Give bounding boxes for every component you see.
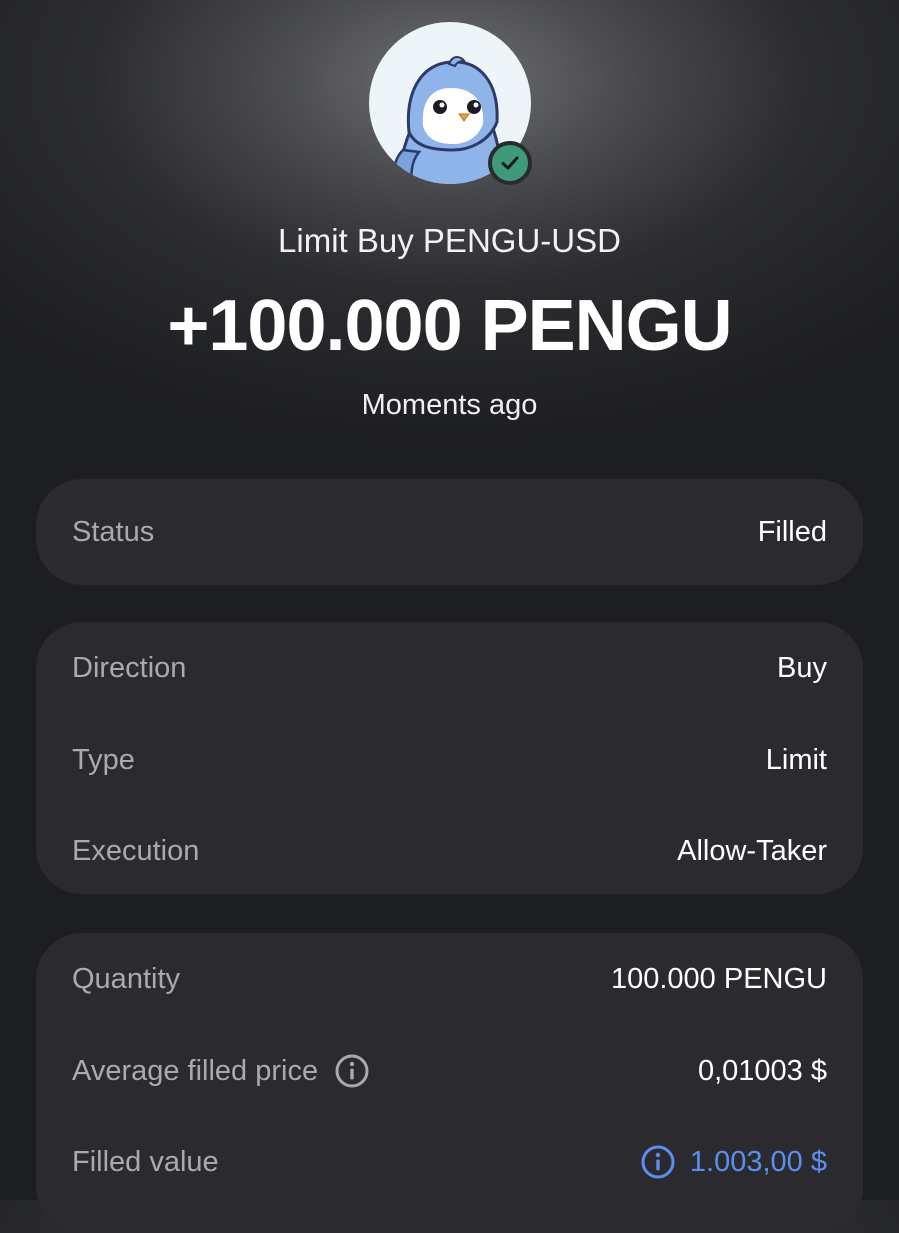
filled-value-group[interactable]: 1.003,00 $ [640,1144,827,1180]
quantity-row: Quantity 100.000 PENGU [72,959,827,999]
status-value: Filled [757,515,827,548]
type-label: Type [72,743,135,776]
average-price-row: Average filled price 0,01003 $ [72,1051,827,1091]
info-icon[interactable] [640,1144,676,1180]
average-price-value: 0,01003 $ [697,1054,827,1087]
quantity-label: Quantity [72,962,180,995]
type-value: Limit [765,743,827,776]
info-icon[interactable] [334,1053,370,1089]
order-amount: +100.000 PENGU [167,286,732,366]
average-price-label: Average filled price [72,1054,319,1087]
verified-badge [488,141,532,185]
quantity-value: 100.000 PENGU [610,962,827,995]
filled-value-label: Filled value [72,1145,219,1178]
status-label: Status [72,515,155,548]
filled-value-amount[interactable]: 1.003,00 $ [690,1146,827,1179]
execution-row: Execution Allow-Taker [72,831,827,871]
direction-value: Buy [777,651,827,684]
order-title: Limit Buy PENGU-USD [278,222,621,259]
fill-details-card: Quantity 100.000 PENGU Average filled pr… [36,933,863,1233]
check-icon [499,152,521,174]
status-row: Status Filled [72,479,827,585]
order-details-card: Direction Buy Type Limit Execution Allow… [36,622,863,894]
type-row: Type Limit [72,740,827,780]
filled-value-row: Filled value 1.003,00 $ [72,1142,827,1182]
status-card: Status Filled [36,479,863,585]
direction-label: Direction [72,651,187,684]
direction-row: Direction Buy [72,648,827,688]
order-timestamp: Moments ago [361,389,538,421]
execution-label: Execution [72,834,200,867]
average-price-label-group: Average filled price [72,1053,370,1089]
execution-value: Allow-Taker [677,834,827,867]
